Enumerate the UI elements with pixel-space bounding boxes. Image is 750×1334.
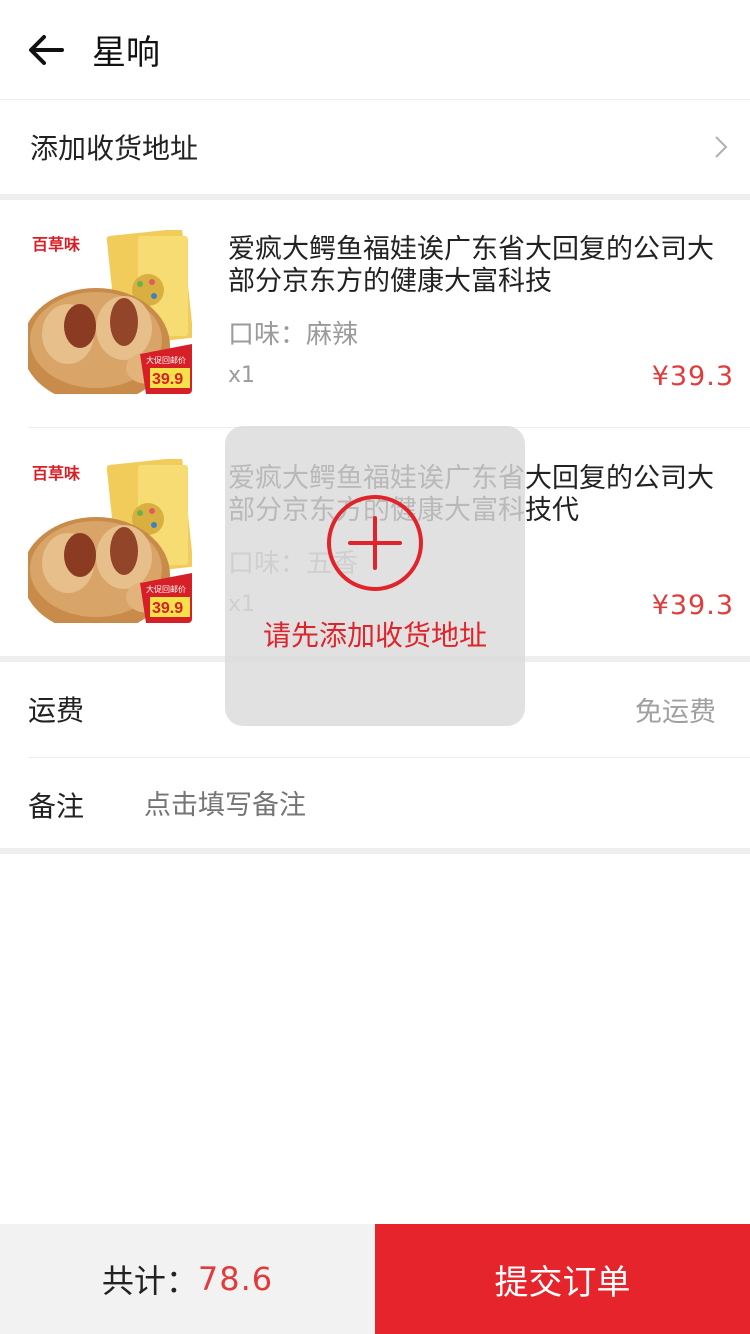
product-price: ¥39.3 [651,590,734,621]
submit-order-button[interactable]: 提交订单 [375,1224,750,1334]
product-flavor: 口味：麻辣 [228,320,359,350]
chevron-right-icon [715,136,728,158]
back-arrow-icon [29,34,64,65]
total-amount: 78.6 [197,1260,274,1298]
image-promo-text: 大促回邮价 [146,355,186,365]
product-item[interactable]: 大促回邮价 39.9 百草味 爱疯大鳄鱼福娃诶广东省大回复的公司大部分京东方的健… [0,200,750,424]
remark-input[interactable] [144,789,664,821]
toast-message: 请先添加收货地址 [225,426,525,726]
plus-circle-icon [327,495,423,591]
image-promo-text: 大促回邮价 [146,584,186,594]
top-bar: 星响 [0,0,750,100]
add-address-label: 添加收货地址 [30,132,199,165]
section-separator [0,848,750,854]
product-image: 大促回邮价 39.9 百草味 [28,459,192,623]
product-image: 大促回邮价 39.9 百草味 [28,230,192,394]
toast-text: 请先添加收货地址 [262,619,487,652]
image-price-text: 39.9 [152,600,183,617]
shipping-label: 运费 [28,694,85,727]
remark-label: 备注 [28,790,85,823]
product-title: 爱疯大鳄鱼福娃诶广东省大回复的公司大部分京东方的健康大富科技 [228,234,714,297]
add-address-row[interactable]: 添加收货地址 [0,100,750,194]
remark-row: 备注 [0,758,750,852]
image-price-text: 39.9 [152,371,183,388]
image-brand-logo: 百草味 [32,464,80,483]
total-label: 共计： [101,1262,198,1300]
order-confirm-page: 星响 添加收货地址 大促回邮价 39.9 百草味 爱疯大鳄鱼福娃诶广东省大回复的… [0,0,750,1334]
image-brand-logo: 百草味 [32,235,80,254]
page-title: 星响 [92,33,160,73]
shipping-value: 免运费 [635,696,716,728]
checkout-bar: 共计： 78.6 提交订单 [0,1224,750,1334]
back-button[interactable] [0,0,92,100]
product-price: ¥39.3 [651,361,734,392]
total-summary: 共计： 78.6 [0,1224,375,1334]
